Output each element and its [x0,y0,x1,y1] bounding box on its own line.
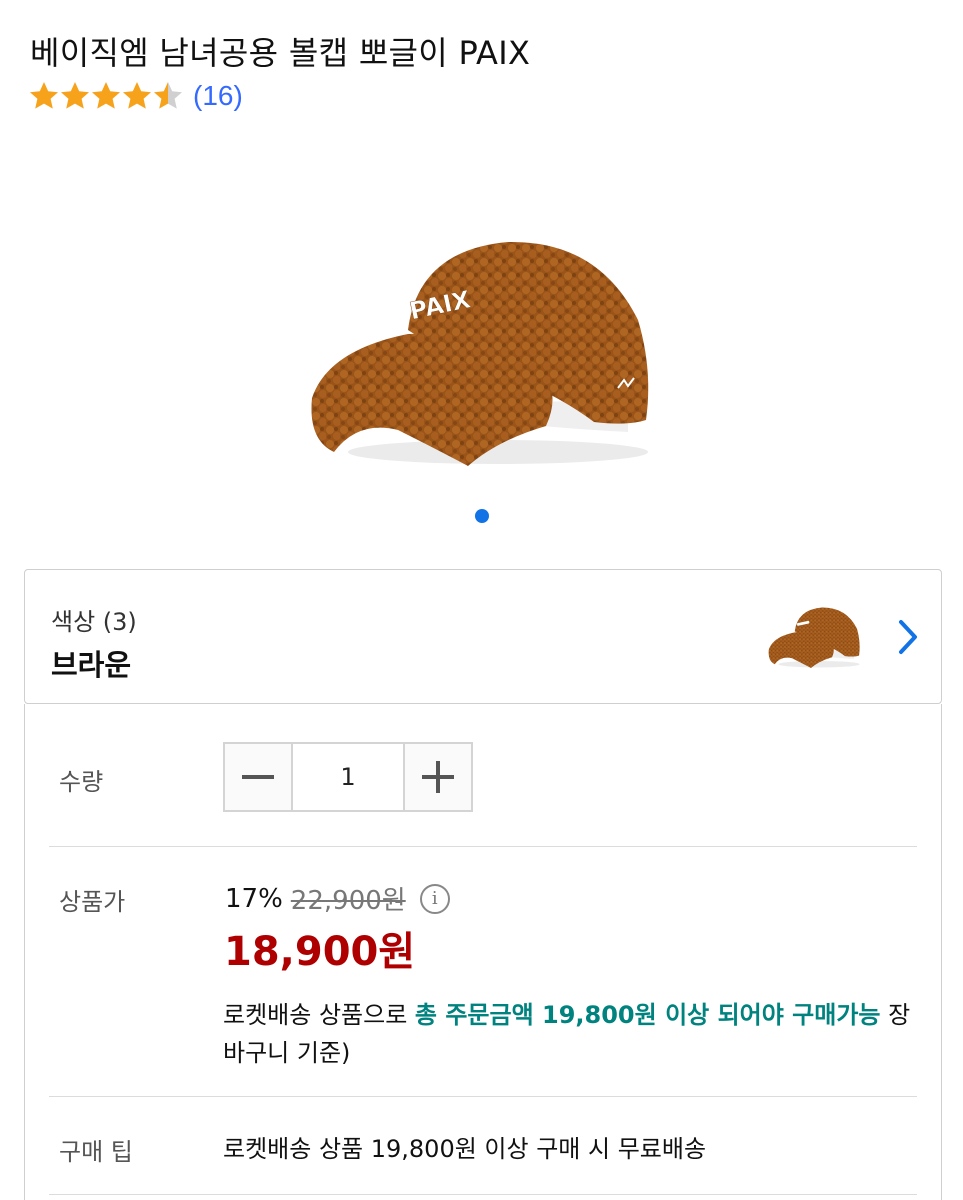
minus-icon [242,775,274,779]
color-option-thumbnail [768,607,860,668]
star-rating [28,80,183,112]
color-option-selector[interactable]: 색상 (3) 브라운 [24,569,942,704]
original-price: 22,900원 [290,886,406,916]
chevron-right-icon[interactable] [895,618,921,656]
quantity-stepper[interactable]: 1 [223,742,473,812]
info-icon[interactable]: i [419,883,450,914]
product-image[interactable]: PAIX [298,230,668,480]
order-detail-panel: 수량 1 상품가 17% 22,900원 i 18,900원 로켓배송 상품으로… [24,704,942,1200]
plus-icon [422,761,454,793]
divider [49,1096,917,1097]
rating-row[interactable]: (16) [28,80,243,112]
star-full-icon [61,82,89,109]
purchase-tip-label: 구매 팁 [59,1138,133,1166]
quantity-value[interactable]: 1 [293,744,403,810]
star-full-icon [92,82,120,109]
increase-quantity-button[interactable] [403,744,471,810]
decrease-quantity-button[interactable] [225,744,293,810]
divider [49,1194,917,1195]
notice-highlight: 총 주문금액 19,800원 이상 되어야 구매가능 [414,1001,881,1029]
carousel-dot-active[interactable] [475,509,489,523]
color-option-value: 브라운 [51,648,132,682]
divider [49,846,917,847]
price-summary: 17% 22,900원 i [225,880,450,917]
review-count-link[interactable]: (16) [193,80,243,112]
color-option-label: 색상 (3) [51,608,137,636]
product-title: 베이직엠 남녀공용 볼캡 뽀글이 PAIX [30,34,531,72]
price-label: 상품가 [59,888,126,916]
star-full-icon [30,82,58,109]
discount-rate: 17% [225,883,283,914]
star-half-icon [154,82,182,109]
star-full-icon [123,82,151,109]
notice-prefix: 로켓배송 상품으로 [223,1001,415,1029]
quantity-label: 수량 [59,768,104,796]
sale-price: 18,900원 [224,929,416,975]
rocket-delivery-notice: 로켓배송 상품으로 총 주문금액 19,800원 이상 되어야 구매가능 장바구… [223,996,923,1072]
purchase-tip-text: 로켓배송 상품 19,800원 이상 구매 시 무료배송 [223,1135,707,1163]
